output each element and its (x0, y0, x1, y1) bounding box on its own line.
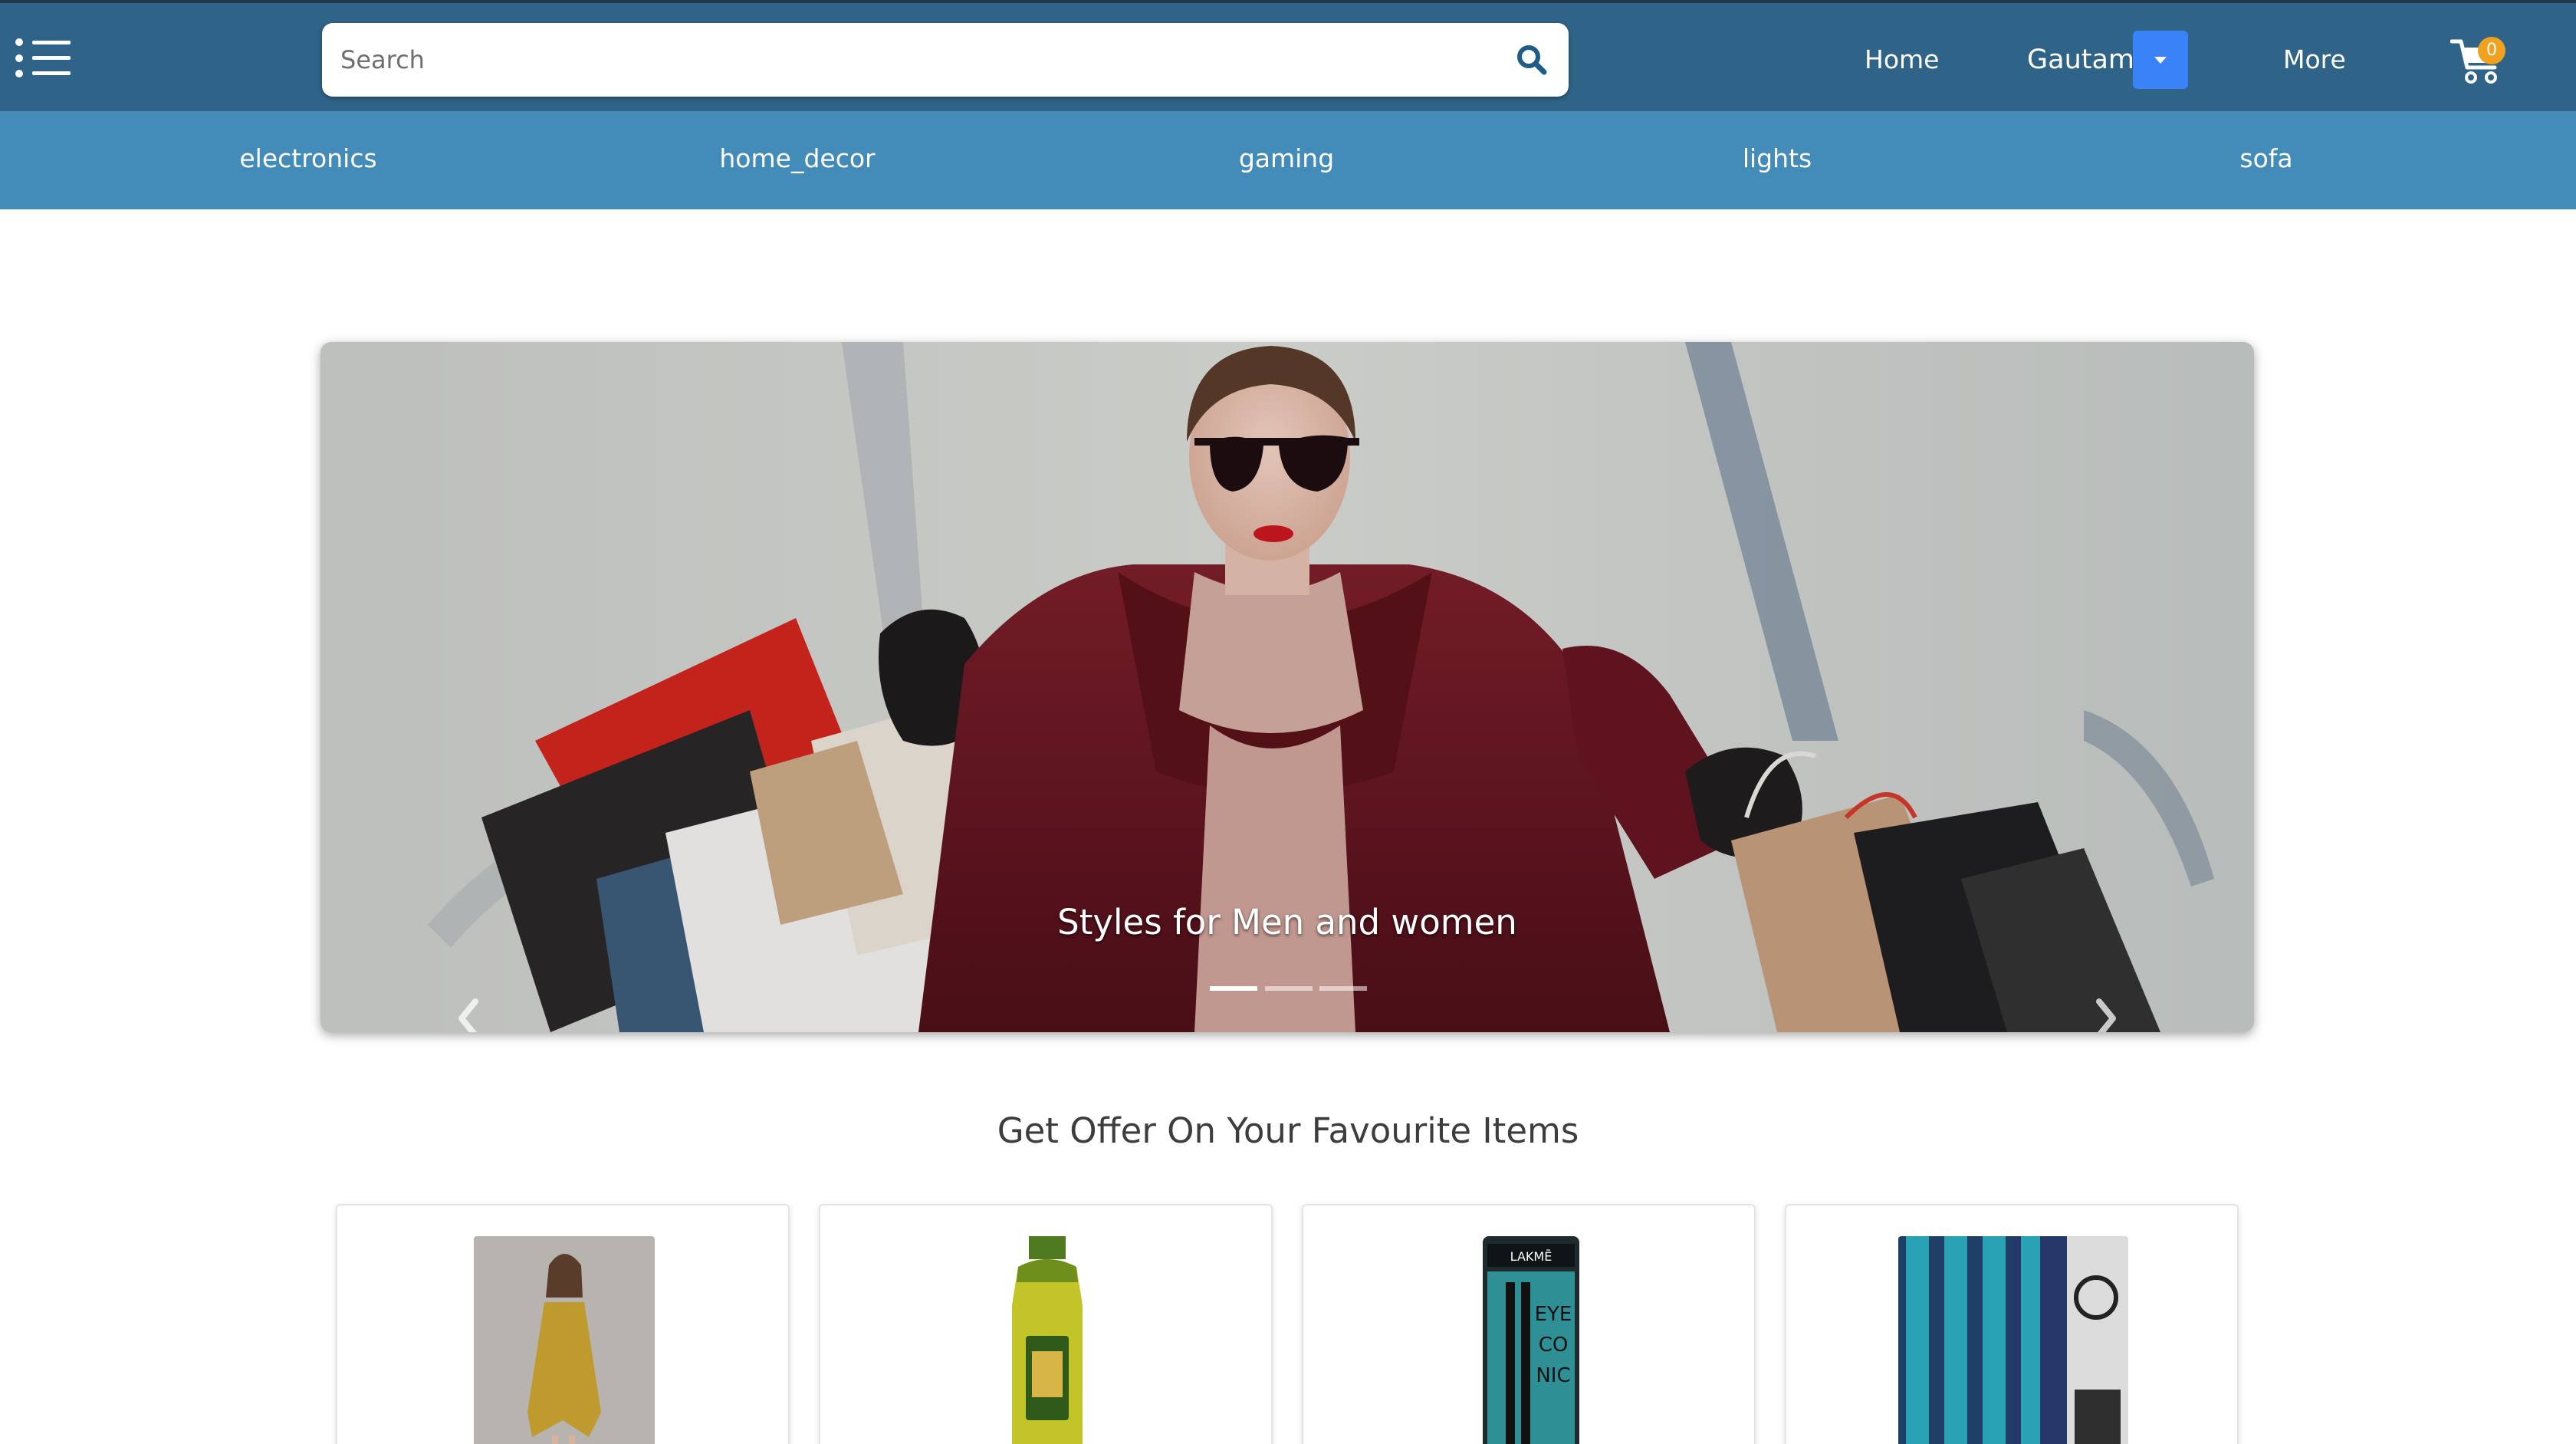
nav-more-link[interactable]: More (2283, 44, 2346, 74)
product-image-oil-bottle (1001, 1236, 1093, 1444)
user-dropdown-button[interactable] (2133, 31, 2188, 89)
product-image-kajal: LAKMĒ EYE CO NIC (1483, 1236, 1579, 1444)
section-title: Get Offer On Your Favourite Items (997, 1110, 1579, 1151)
carousel-prev-arrow[interactable] (442, 988, 495, 1032)
carousel-indicator-2[interactable] (1265, 986, 1313, 991)
product-card[interactable] (1785, 1204, 2239, 1444)
user-name[interactable]: Gautam (2027, 44, 2134, 75)
category-bar: electronics home_decor gaming lights sof… (0, 111, 2576, 209)
category-sofa[interactable]: sofa (2113, 143, 2420, 173)
svg-text:EYE: EYE (1535, 1303, 1572, 1326)
category-home-decor[interactable]: home_decor (644, 143, 951, 173)
svg-text:CO: CO (1539, 1334, 1569, 1357)
cart-count-badge: 0 (2478, 37, 2505, 64)
carousel-indicator-3[interactable] (1319, 986, 1367, 991)
svg-text:LAKMĒ: LAKMĒ (1510, 1249, 1552, 1264)
carousel-caption: Styles for Men and women (1057, 902, 1517, 942)
category-gaming[interactable]: gaming (1133, 143, 1440, 173)
search-icon[interactable] (1513, 41, 1550, 78)
search-bar (322, 23, 1569, 97)
nav-home-link[interactable]: Home (1865, 44, 1939, 74)
product-image-curtains (1898, 1236, 2128, 1444)
menu-icon[interactable] (15, 37, 71, 78)
product-card[interactable]: LAKMĒ EYE CO NIC (1302, 1204, 1756, 1444)
category-electronics[interactable]: electronics (155, 143, 462, 173)
category-lights[interactable]: lights (1624, 143, 1930, 173)
product-card[interactable] (819, 1204, 1273, 1444)
page: Home Gautam More 0 electronics home_deco… (0, 0, 2576, 1444)
search-input[interactable] (340, 23, 1475, 97)
svg-text:NIC: NIC (1536, 1364, 1570, 1387)
carousel-next-arrow[interactable] (2079, 988, 2133, 1032)
caret-down-icon (2154, 57, 2167, 64)
top-navbar: Home Gautam More 0 (0, 0, 2576, 111)
product-image-dress (474, 1236, 655, 1444)
carousel-indicator-1[interactable] (1210, 986, 1257, 991)
product-card[interactable] (336, 1204, 790, 1444)
